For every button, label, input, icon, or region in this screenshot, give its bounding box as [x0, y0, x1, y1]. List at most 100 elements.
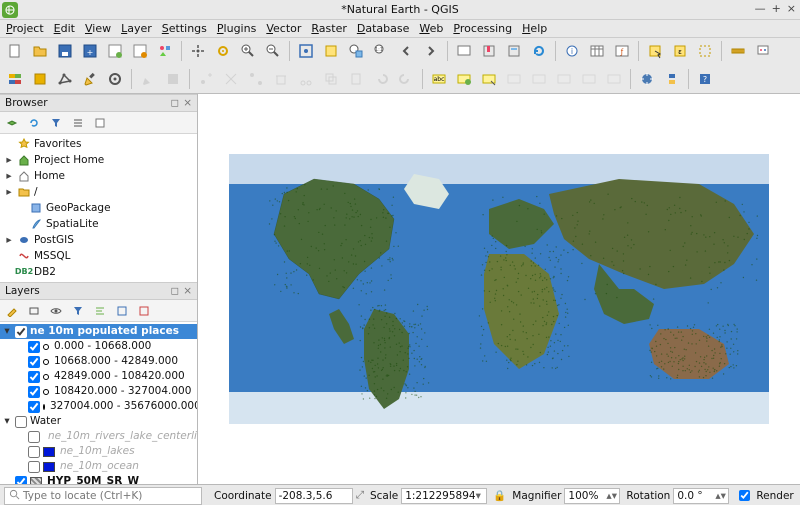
visibility-icon[interactable] [47, 302, 65, 320]
zoom-full-button[interactable] [295, 40, 317, 62]
layer-visibility-checkbox[interactable] [28, 461, 40, 473]
zoom-out-button[interactable] [262, 40, 284, 62]
layer-row[interactable]: ne_10m_ocean [0, 459, 197, 474]
new-geopackage-button[interactable] [29, 68, 51, 90]
layer-styling-icon[interactable] [3, 302, 21, 320]
layer-row[interactable]: 42849.000 - 108420.000 [0, 369, 197, 384]
label-3-button[interactable] [478, 68, 500, 90]
menu-plugins[interactable]: Plugins [217, 22, 256, 35]
collapse-layers-icon[interactable] [113, 302, 131, 320]
text-annotation-button[interactable]: T [87, 65, 109, 66]
maximize-button[interactable]: + [772, 2, 781, 15]
menu-database[interactable]: Database [357, 22, 410, 35]
save-as-button[interactable]: + [79, 40, 101, 62]
browser-item-postgis[interactable]: ▸PostGIS [2, 232, 197, 248]
menu-layer[interactable]: Layer [121, 22, 152, 35]
browser-item-project-home[interactable]: ▸Project Home [2, 152, 197, 168]
collapse-all-icon[interactable] [69, 114, 87, 132]
locator-search[interactable]: Type to locate (Ctrl+K) [4, 487, 202, 505]
scale-input[interactable]: 1:212295894▾ [401, 488, 487, 504]
show-map-tips-button[interactable] [29, 65, 51, 66]
refresh-button[interactable] [528, 40, 550, 62]
toggle-editing-button[interactable] [79, 68, 101, 90]
zoom-selection-button[interactable] [320, 40, 342, 62]
menu-project[interactable]: Project [6, 22, 44, 35]
layer-visibility-checkbox[interactable] [28, 371, 40, 383]
render-checkbox[interactable] [739, 490, 750, 501]
browser-item-favorites[interactable]: Favorites [2, 136, 197, 152]
add-group-icon[interactable] [25, 302, 43, 320]
layers-tree[interactable]: ▾ne 10m populated places0.000 - 10668.00… [0, 322, 197, 484]
zoom-in-button[interactable] [237, 40, 259, 62]
add-layer-icon[interactable] [3, 114, 21, 132]
layer-visibility-checkbox[interactable] [15, 476, 27, 485]
map-tips-button[interactable] [752, 40, 774, 62]
python-console-button[interactable] [661, 68, 683, 90]
menu-vector[interactable]: Vector [266, 22, 301, 35]
browser-item-mssql[interactable]: MSSQL [2, 248, 197, 264]
open-project-button[interactable] [29, 40, 51, 62]
menu-edit[interactable]: Edit [54, 22, 75, 35]
select-features-button[interactable] [644, 40, 666, 62]
menu-settings[interactable]: Settings [162, 22, 207, 35]
rotation-input[interactable]: 0.0 °▴▾ [673, 488, 729, 504]
expand-icon[interactable] [91, 302, 109, 320]
layer-filter-icon[interactable] [69, 302, 87, 320]
zoom-last-button[interactable] [395, 40, 417, 62]
filter-icon[interactable] [47, 114, 65, 132]
save-project-button[interactable] [54, 40, 76, 62]
menu-processing[interactable]: Processing [453, 22, 512, 35]
layer-row[interactable]: 327004.000 - 35676000.000 [0, 399, 197, 414]
pan-button[interactable] [187, 40, 209, 62]
panel-close-icon[interactable]: × [183, 285, 192, 297]
label-1-button[interactable]: abc [428, 68, 450, 90]
add-vector-button[interactable] [54, 68, 76, 90]
layer-visibility-checkbox[interactable] [28, 431, 40, 443]
browser-item--[interactable]: ▸/ [2, 184, 197, 200]
layer-row[interactable]: 0.000 - 10668.000 [0, 339, 197, 354]
minimize-button[interactable]: — [755, 2, 766, 15]
layer-visibility-checkbox[interactable] [28, 446, 40, 458]
new-project-button[interactable] [4, 40, 26, 62]
browser-item-geopackage[interactable]: GeoPackage [2, 200, 197, 216]
panel-undock-icon[interactable]: ◻ [170, 285, 179, 297]
map-canvas[interactable] [198, 94, 800, 484]
panel-close-icon[interactable]: × [183, 97, 192, 109]
layer-visibility-checkbox[interactable] [15, 416, 27, 428]
coordinate-toggle-icon[interactable]: ⤢ [356, 489, 364, 502]
browser-tree[interactable]: Favorites▸Project Home▸Home▸/GeoPackageS… [0, 134, 197, 282]
menu-web[interactable]: Web [419, 22, 443, 35]
refresh-icon[interactable] [25, 114, 43, 132]
zoom-layer-button[interactable] [345, 40, 367, 62]
annotation-button[interactable] [62, 65, 84, 66]
new-bookmark-button[interactable] [478, 40, 500, 62]
show-bookmarks-button[interactable] [503, 40, 525, 62]
layer-row[interactable]: HYP_50M_SR_W [0, 474, 197, 484]
menu-raster[interactable]: Raster [311, 22, 346, 35]
pan-to-selection-button[interactable] [212, 40, 234, 62]
menu-help[interactable]: Help [522, 22, 547, 35]
zoom-native-button[interactable]: 1:1 [370, 40, 392, 62]
layer-visibility-checkbox[interactable] [28, 401, 40, 413]
layer-visibility-checkbox[interactable] [28, 356, 40, 368]
style-manager-button[interactable] [154, 40, 176, 62]
field-calc-button[interactable]: ƒ [611, 40, 633, 62]
properties-icon[interactable] [91, 114, 109, 132]
browser-item-home[interactable]: ▸Home [2, 168, 197, 184]
layout-manager-button[interactable] [129, 40, 151, 62]
data-source-manager-button[interactable] [4, 68, 26, 90]
panel-undock-icon[interactable]: ◻ [170, 97, 179, 109]
label-2-button[interactable] [453, 68, 475, 90]
remove-layer-icon[interactable] [135, 302, 153, 320]
deselect-all-button[interactable] [694, 40, 716, 62]
layer-row[interactable]: ▾ne 10m populated places [0, 324, 197, 339]
layer-row[interactable]: ne_10m_lakes [0, 444, 197, 459]
layer-row[interactable]: 10668.000 - 42849.000 [0, 354, 197, 369]
layer-visibility-checkbox[interactable] [28, 386, 40, 398]
layer-row[interactable]: 108420.000 - 327004.000 [0, 384, 197, 399]
zoom-next-button[interactable] [420, 40, 442, 62]
select-by-value-button[interactable]: ε [669, 40, 691, 62]
new-print-layout-button[interactable] [104, 40, 126, 62]
measure-button[interactable] [727, 40, 749, 62]
processing-toolbox-button[interactable] [104, 68, 126, 90]
